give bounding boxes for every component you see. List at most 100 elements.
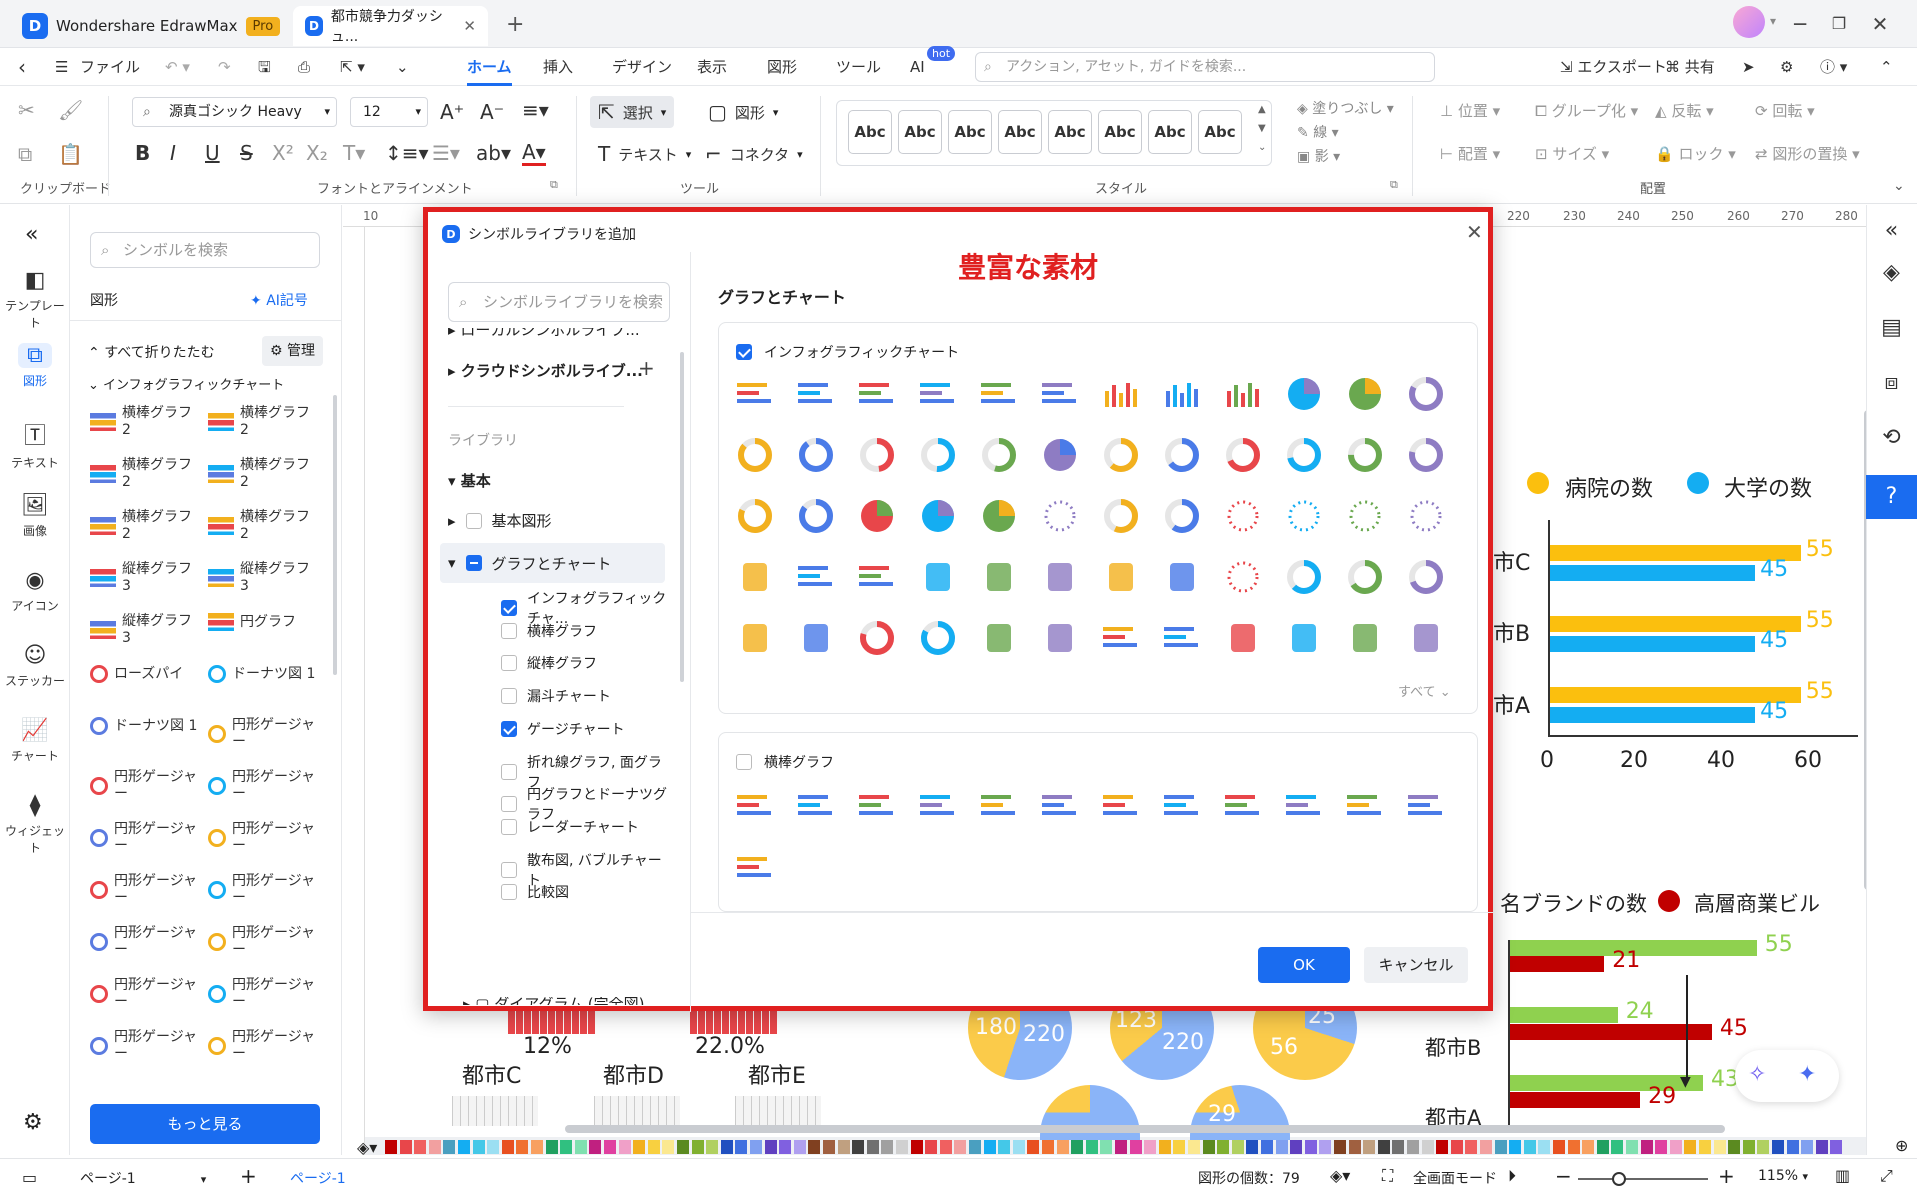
color-swatch[interactable] — [1319, 1140, 1332, 1154]
menu-ai[interactable]: AI — [910, 48, 925, 86]
nav-charts[interactable]: 📈 チャート — [0, 718, 70, 764]
presentation-icon[interactable]: ⧈ — [1866, 370, 1917, 395]
group-button[interactable]: ⧠ グループ化 ▾ — [1535, 100, 1638, 121]
color-swatch[interactable] — [1728, 1140, 1741, 1154]
menu-shape[interactable]: 図形 — [767, 48, 797, 86]
color-swatch[interactable] — [1231, 1140, 1244, 1154]
italic-icon[interactable]: I — [170, 141, 176, 165]
color-swatch[interactable] — [560, 1140, 573, 1154]
infographic-symbol[interactable] — [855, 433, 899, 477]
color-swatch[interactable] — [677, 1140, 689, 1154]
color-swatch[interactable] — [385, 1140, 397, 1154]
color-swatch[interactable] — [1115, 1140, 1127, 1154]
nav-widgets[interactable]: ⧫ ウィジェット — [0, 793, 70, 856]
color-swatch[interactable] — [1465, 1140, 1478, 1154]
subscript-icon[interactable]: X₂ — [306, 141, 328, 165]
infographic-symbol[interactable] — [1282, 555, 1326, 599]
library-search-input[interactable]: ⌕ シンボルライブラリを検索 — [448, 282, 670, 322]
action-search-input[interactable]: ⌕ アクション, アセット, ガイドを検索... — [975, 52, 1435, 82]
share-button[interactable]: ⌘ 共有 — [1665, 48, 1715, 86]
color-swatch[interactable] — [1596, 1140, 1609, 1154]
library-section-title[interactable]: ⌄ インフォグラフィックチャート — [88, 374, 284, 393]
page-select[interactable]: ページ-1 ▾ — [80, 1168, 206, 1188]
infographic-symbol[interactable] — [855, 372, 899, 416]
infographic-symbol[interactable] — [1099, 372, 1143, 416]
color-swatch[interactable] — [487, 1140, 500, 1154]
checkbox[interactable] — [736, 754, 752, 770]
avatar[interactable] — [1733, 6, 1765, 38]
library-item[interactable]: 横棒グラフ 2 — [208, 405, 322, 439]
library-item[interactable]: 円形ゲージャー — [90, 925, 204, 959]
app-tab[interactable]: D Wondershare EdrawMax Pro — [10, 6, 293, 46]
color-swatch[interactable] — [1815, 1140, 1828, 1154]
style-preset-5[interactable]: Abc — [1048, 110, 1092, 154]
bar-chart-symbol[interactable] — [916, 784, 960, 828]
flip-button[interactable]: ◭ 反転 ▾ — [1655, 100, 1714, 121]
color-swatch[interactable] — [1436, 1140, 1449, 1154]
color-swatch[interactable] — [1757, 1140, 1770, 1154]
size-button[interactable]: ⊡ サイズ ▾ — [1535, 143, 1609, 164]
color-swatch[interactable] — [1129, 1140, 1142, 1154]
align-icon[interactable]: ≡▾ — [522, 98, 549, 122]
sparkle-icon[interactable]: ✦ — [1798, 1062, 1816, 1087]
infographic-symbol[interactable] — [916, 494, 960, 538]
align-button[interactable]: ⊢ 配置 ▾ — [1440, 143, 1500, 164]
infographic-symbol[interactable] — [733, 616, 777, 660]
symbol-search-input[interactable]: ⌕ シンボルを検索 — [90, 232, 320, 268]
infographic-symbol[interactable] — [977, 372, 1021, 416]
infographic-symbol[interactable] — [977, 494, 1021, 538]
color-swatch[interactable] — [647, 1140, 660, 1154]
minimize-icon[interactable]: ─ — [1786, 10, 1814, 38]
print-icon[interactable]: ⎙ — [298, 48, 310, 86]
color-swatch[interactable] — [1100, 1140, 1113, 1154]
format-painter-icon[interactable]: 🖌 — [58, 98, 83, 122]
lock-button[interactable]: 🔒 ロック ▾ — [1655, 143, 1736, 164]
tree-scrollbar[interactable] — [680, 352, 684, 682]
paste-icon[interactable]: 📋 — [58, 142, 83, 166]
page-layout-icon[interactable]: ▭ — [22, 1168, 37, 1187]
color-swatch[interactable] — [1144, 1140, 1157, 1154]
bar-chart-symbol[interactable] — [977, 784, 1021, 828]
cancel-button[interactable]: キャンセル — [1364, 947, 1468, 983]
nav-stickers[interactable]: ☺ ステッカー — [0, 643, 70, 689]
collapse-ribbon-icon[interactable]: ⌃ — [1880, 48, 1893, 86]
see-all-link[interactable]: すべて ⌄ — [1398, 681, 1451, 700]
color-swatch[interactable] — [764, 1140, 777, 1154]
save-icon[interactable]: 🖫 — [258, 48, 271, 86]
replace-shape-button[interactable]: ⇄ 図形の置換 ▾ — [1755, 143, 1860, 164]
color-swatch[interactable] — [1494, 1140, 1507, 1154]
color-swatch[interactable] — [1669, 1140, 1682, 1154]
infographic-symbol[interactable] — [733, 372, 777, 416]
color-swatch[interactable] — [1042, 1140, 1054, 1154]
zoom-in-icon[interactable]: + — [1718, 1164, 1735, 1188]
superscript-icon[interactable]: X² — [272, 141, 294, 165]
position-button[interactable]: ⊥ 位置 ▾ — [1440, 100, 1500, 121]
checkbox[interactable] — [501, 600, 517, 616]
infographic-symbol[interactable] — [1038, 494, 1082, 538]
fill-picker-icon[interactable]: ◈▾ — [357, 1138, 377, 1157]
export-share-icon[interactable]: ⇱ ▾ — [340, 48, 365, 86]
color-swatch[interactable] — [1553, 1140, 1565, 1154]
color-swatch[interactable] — [823, 1140, 835, 1154]
text-tool-button[interactable]: T テキスト ▾ — [598, 138, 691, 170]
checkbox[interactable] — [501, 688, 517, 705]
settings-icon[interactable]: ⚙ — [23, 1110, 43, 1135]
infographic-symbol[interactable] — [1282, 372, 1326, 416]
color-swatch[interactable] — [1363, 1140, 1376, 1154]
color-swatch[interactable] — [574, 1140, 587, 1154]
color-swatch[interactable] — [589, 1140, 602, 1154]
bar-chart-symbol[interactable] — [1160, 784, 1204, 828]
library-item[interactable]: 円形ゲージャー — [90, 1029, 204, 1063]
color-swatch[interactable] — [1290, 1140, 1303, 1154]
color-swatch[interactable] — [618, 1140, 631, 1154]
nav-text[interactable]: 🅃 テキスト — [0, 418, 70, 471]
infographic-symbol[interactable] — [855, 555, 899, 599]
infographic-symbol[interactable] — [1038, 433, 1082, 477]
infographic-symbol[interactable] — [1221, 555, 1265, 599]
color-swatch[interactable] — [1056, 1140, 1069, 1154]
infographic-symbol[interactable] — [794, 372, 838, 416]
add-library-icon[interactable]: + — [638, 356, 655, 380]
infographic-symbol[interactable] — [794, 616, 838, 660]
bar-chart-symbol[interactable] — [733, 846, 777, 890]
color-swatch[interactable] — [1392, 1140, 1405, 1154]
